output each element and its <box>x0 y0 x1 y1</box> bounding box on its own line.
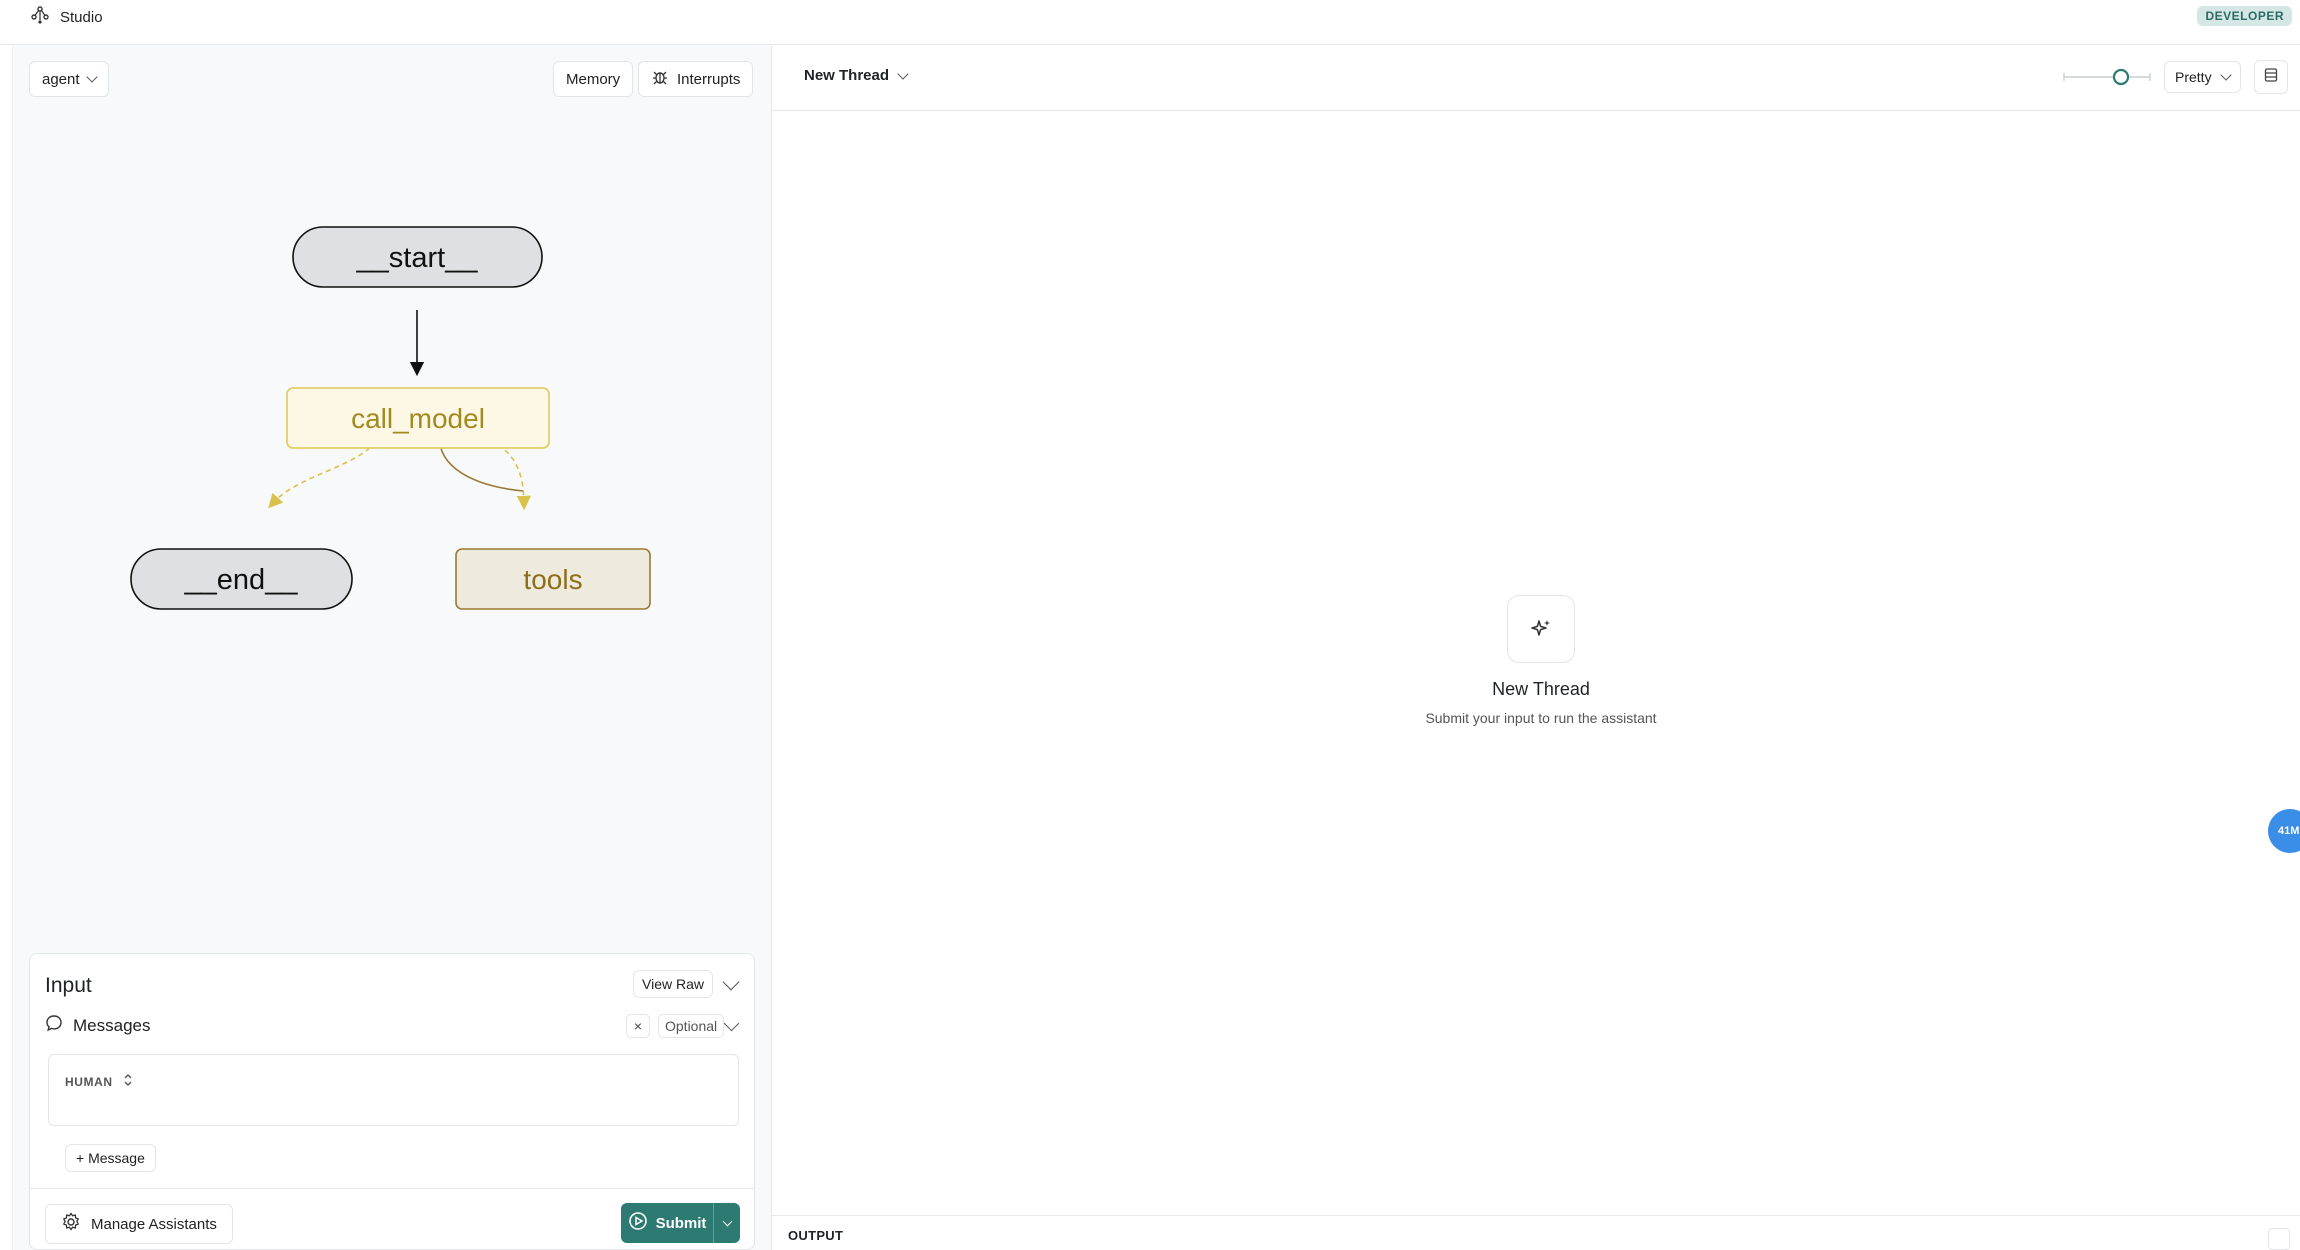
clear-messages-button[interactable]: × <box>626 1014 650 1038</box>
input-title: Input <box>45 974 92 997</box>
view-mode-label: Pretty <box>2175 69 2212 85</box>
output-toggle-button[interactable] <box>2268 1228 2290 1250</box>
play-circle-icon <box>628 1211 648 1235</box>
view-mode-select[interactable]: Pretty <box>2164 61 2241 93</box>
role-select[interactable]: HUMAN <box>65 1072 133 1091</box>
chevron-up-down-icon <box>123 1072 133 1091</box>
collapse-input-icon[interactable] <box>722 973 740 991</box>
submit-split-button: Submit <box>621 1203 740 1243</box>
zoom-slider[interactable] <box>2062 67 2152 87</box>
node-start-label: __start__ <box>356 242 479 274</box>
node-end-label: __end__ <box>184 564 299 596</box>
node-tools[interactable]: tools <box>455 548 651 610</box>
output-label: OUTPUT <box>788 1228 844 1243</box>
submit-options-button[interactable] <box>714 1203 740 1243</box>
bug-icon <box>651 68 669 90</box>
agent-graph: __start__ call_model __end__ tools <box>130 226 651 610</box>
app-name: Studio <box>60 8 103 26</box>
chevron-down-icon <box>85 71 98 83</box>
thread-header: New Thread Pretty <box>772 45 2300 111</box>
thread-select[interactable]: New Thread <box>804 67 909 84</box>
chevron-down-icon <box>2219 69 2232 81</box>
layout-toggle-button[interactable] <box>2254 60 2288 94</box>
sparkles-icon <box>1507 595 1575 663</box>
view-raw-button[interactable]: View Raw <box>633 970 713 998</box>
optional-tag: Optional <box>658 1014 725 1038</box>
empty-title: New Thread <box>1492 679 1590 699</box>
chevron-down-icon <box>897 67 909 80</box>
floating-badge[interactable]: 41M <box>2268 809 2300 853</box>
interrupts-label: Interrupts <box>677 70 741 88</box>
graph-panel: agent Memory Interrupts __start__ call_m… <box>12 45 772 1250</box>
node-call-model-label: call_model <box>351 403 485 434</box>
list-layout-icon <box>2263 67 2279 87</box>
gear-icon <box>61 1212 81 1236</box>
memory-button[interactable]: Memory <box>553 61 634 97</box>
message-editor[interactable]: HUMAN <box>48 1054 739 1126</box>
developer-badge: DEVELOPER <box>2197 6 2292 26</box>
messages-label: Messages <box>73 1015 151 1035</box>
empty-subtitle: Submit your input to run the assistant <box>1425 710 1657 726</box>
submit-label: Submit <box>655 1214 707 1232</box>
studio-logo-icon <box>30 5 50 29</box>
thread-select-label: New Thread <box>804 67 890 84</box>
thread-panel: New Thread Pretty New Thread Submit your… <box>772 45 2300 1250</box>
messages-header: Messages <box>45 1014 150 1037</box>
node-end[interactable]: __end__ <box>130 548 353 610</box>
node-call-model[interactable]: call_model <box>286 387 550 449</box>
output-bar: OUTPUT <box>772 1215 2300 1250</box>
submit-button[interactable]: Submit <box>621 1203 714 1243</box>
chat-bubble-icon <box>45 1014 63 1037</box>
input-card: Input View Raw Messages × Optional HUMAN… <box>29 953 755 1250</box>
manage-assistants-label: Manage Assistants <box>91 1215 217 1233</box>
top-bar: Studio DEVELOPER <box>0 0 2300 45</box>
empty-thread-state: New Thread Submit your input to run the … <box>772 595 2300 726</box>
zoom-slider-thumb[interactable] <box>2112 68 2130 86</box>
chevron-down-icon <box>722 1216 732 1226</box>
interrupts-button[interactable]: Interrupts <box>638 61 754 97</box>
role-label: HUMAN <box>65 1074 113 1089</box>
manage-assistants-button[interactable]: Manage Assistants <box>45 1204 233 1244</box>
agent-select-label: agent <box>42 70 80 88</box>
brand[interactable]: Studio <box>30 5 103 29</box>
collapse-messages-icon[interactable] <box>723 1015 740 1032</box>
node-tools-label: tools <box>523 564 582 595</box>
node-start[interactable]: __start__ <box>292 226 543 288</box>
divider <box>30 1188 754 1189</box>
agent-select[interactable]: agent <box>29 61 109 97</box>
memory-label: Memory <box>566 70 621 88</box>
add-message-button[interactable]: + Message <box>65 1144 156 1172</box>
